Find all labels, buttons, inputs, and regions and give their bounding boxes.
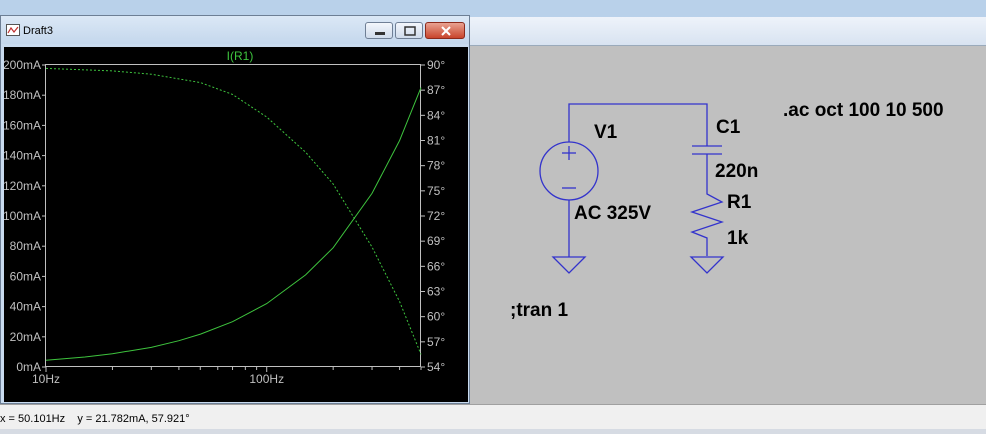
maximize-button[interactable]: [395, 22, 423, 39]
status-bar: x = 50.101Hz y = 21.782mA, 57.921°: [0, 404, 986, 434]
y-right-tick-label: 87°: [427, 83, 445, 97]
y-right-tick-label: 66°: [427, 259, 445, 273]
cap-value-label: 220n: [715, 161, 759, 182]
y-left-tick-label: 200mA: [4, 58, 41, 72]
y-left-tick-label: 40mA: [10, 300, 41, 314]
y-right-tick-label: 81°: [427, 134, 445, 148]
ac-directive[interactable]: .ac oct 100 10 500: [783, 100, 944, 122]
close-button[interactable]: [425, 22, 465, 39]
y-left-tick-label: 180mA: [4, 88, 41, 102]
res-name-label: R1: [727, 192, 752, 213]
phase-trace: [45, 67, 422, 355]
y-right-tick-label: 63°: [427, 285, 445, 299]
y-right-tick-label: 78°: [427, 159, 445, 173]
y-left-tick-label: 160mA: [4, 118, 41, 132]
y-right-tick-label: 60°: [427, 310, 445, 324]
res-value-label: 1k: [727, 228, 749, 249]
waveform-app-icon: [6, 24, 20, 36]
y-right-tick-label: 75°: [427, 184, 445, 198]
y-left-tick-label: 100mA: [4, 209, 41, 223]
source-value-label: AC 325V: [574, 203, 652, 224]
y-left-tick-label: 60mA: [10, 269, 41, 283]
y-left-tick-label: 80mA: [10, 239, 41, 253]
minimize-button[interactable]: [365, 22, 393, 39]
ground-symbol-left: [551, 256, 587, 274]
y-right-tick-label: 90°: [427, 58, 445, 72]
window-title: Draft3: [23, 25, 53, 37]
wire-top: [568, 103, 708, 146]
schematic-canvas[interactable]: V1 AC 325V C1 220n R1 1k .ac oct 100 10 …: [470, 46, 986, 403]
y-left-tick-label: 140mA: [4, 149, 41, 163]
y-right-tick-label: 69°: [427, 234, 445, 248]
schematic-tab-header: [470, 17, 986, 46]
resistor-symbol: [689, 188, 725, 256]
source-name-label: V1: [594, 122, 618, 143]
x-tick-label: 10Hz: [32, 372, 60, 386]
cap-name-label: C1: [716, 117, 741, 138]
y-right-tick-label: 57°: [427, 335, 445, 349]
plot-window-titlebar[interactable]: Draft3: [1, 16, 469, 44]
y-left-tick-label: 20mA: [10, 330, 41, 344]
ground-symbol-right: [689, 256, 725, 274]
cursor-readout: x = 50.101Hz y = 21.782mA, 57.921°: [0, 413, 190, 425]
y-left-tick-label: 120mA: [4, 179, 41, 193]
y-right-tick-label: 54°: [427, 360, 445, 374]
trace-name-label[interactable]: I(R1): [227, 49, 254, 63]
tran-directive[interactable]: ;tran 1: [510, 300, 568, 322]
y-right-tick-label: 84°: [427, 108, 445, 122]
plot-window[interactable]: Draft3 I(R1) 200mA 180mA 160mA 140mA 120mA 10…: [0, 15, 470, 404]
waveform-plot-area[interactable]: I(R1) 200mA 180mA 160mA 140mA 120mA 100mA 80mA…: [4, 47, 468, 402]
status-bar-edge: [0, 429, 986, 434]
x-tick-label: 100Hz: [249, 372, 284, 386]
y-right-tick-label: 72°: [427, 209, 445, 223]
magnitude-trace: [45, 87, 422, 361]
minimize-icon: [375, 32, 385, 35]
close-icon: [441, 26, 451, 36]
ac-analysis-chart[interactable]: I(R1) 200mA 180mA 160mA 140mA 120mA 100mA 80mA…: [4, 47, 468, 402]
maximize-icon: [404, 26, 416, 36]
